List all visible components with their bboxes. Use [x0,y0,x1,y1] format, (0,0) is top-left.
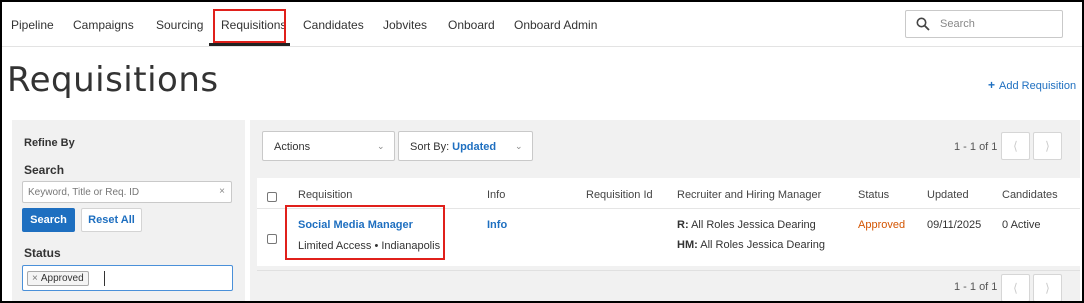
add-requisition-label: Add Requisition [999,80,1077,92]
pager-count-bottom: 1 - 1 of 1 [954,281,998,293]
refine-sidebar: Refine By Search × Search Reset All Stat… [12,120,245,301]
bottom-pager: 1 - 1 of 1 ⟨ ⟩ [257,270,1080,301]
sort-dropdown[interactable]: Sort By: Updated ⌄ [398,131,533,161]
nav-candidates[interactable]: Candidates [303,18,364,32]
candidates-count[interactable]: 0 Active [1002,219,1041,231]
keyword-input[interactable] [28,185,214,199]
pager-count: 1 - 1 of 1 [954,141,998,153]
nav-onboard-admin[interactable]: Onboard Admin [514,18,597,32]
chevron-left-icon: ⟨ [1013,139,1018,153]
requisitions-panel: Actions ⌄ Sort By: Updated ⌄ 1 - 1 of 1 ⟨… [250,120,1080,301]
updated-date: 09/11/2025 [927,219,982,231]
recruiter-name: All Roles Jessica Dearing [691,219,816,231]
active-tab-underline [209,43,290,46]
col-status[interactable]: Status [858,189,889,201]
requisitions-highlight-box [213,9,286,43]
actions-label: Actions [274,141,311,153]
add-requisition-link[interactable]: + Add Requisition [988,78,1076,92]
chevron-right-icon: ⟩ [1045,139,1050,153]
actions-dropdown[interactable]: Actions ⌄ [262,131,395,161]
nav-sourcing[interactable]: Sourcing [156,18,203,32]
app-frame: Pipeline Campaigns Sourcing Requisitions… [2,2,1082,301]
prev-page-button[interactable]: ⟨ [1001,132,1030,160]
chevron-down-icon: ⌄ [377,141,385,151]
reset-all-button[interactable]: Reset All [81,208,142,232]
chevron-down-icon: ⌄ [515,141,523,151]
requisition-highlight-box [285,205,445,260]
global-search[interactable] [905,10,1063,38]
clear-keyword-icon[interactable]: × [219,186,225,197]
nav-jobvites[interactable]: Jobvites [383,18,427,32]
status-badge: Approved [858,219,906,231]
next-page-button[interactable]: ⟩ [1033,132,1062,160]
chevron-right-icon: ⟩ [1045,281,1050,295]
col-candidates[interactable]: Candidates [1002,189,1058,201]
prev-page-button-bottom[interactable]: ⟨ [1001,274,1030,301]
select-all-checkbox[interactable] [267,192,277,202]
global-search-input[interactable] [940,15,1058,33]
keyword-field[interactable]: × [22,181,232,203]
col-recruiter-hm: Recruiter and Hiring Manager [677,189,822,201]
sort-label: Sort By: [410,141,450,153]
recruiter: R: All Roles Jessica Dearing [677,219,816,231]
chevron-left-icon: ⟨ [1013,281,1018,295]
recruiter-prefix: R: [677,219,689,231]
text-caret [104,271,105,286]
refine-by-heading: Refine By [24,137,75,149]
row-checkbox[interactable] [267,234,277,244]
plus-icon: + [988,78,996,92]
search-icon [916,17,930,31]
nav-onboard[interactable]: Onboard [448,18,495,32]
next-page-button-bottom[interactable]: ⟩ [1033,274,1062,301]
status-label: Status [24,246,61,260]
sort-value: Updated [452,141,497,153]
top-navigation: Pipeline Campaigns Sourcing Requisitions… [2,2,1082,47]
status-chip-approved: × Approved [27,271,89,286]
remove-chip-icon[interactable]: × [32,273,38,284]
nav-pipeline[interactable]: Pipeline [11,18,54,32]
status-chip-label: Approved [40,273,84,284]
hm-prefix: HM: [677,239,698,251]
search-label: Search [24,163,65,177]
page-title: Requisitions [7,60,219,100]
status-filter-input[interactable]: × Approved [22,265,233,291]
col-updated[interactable]: Updated [927,189,969,201]
search-button[interactable]: Search [22,208,75,232]
col-info: Info [487,189,506,201]
info-link[interactable]: Info [487,219,507,231]
nav-campaigns[interactable]: Campaigns [73,18,134,32]
col-requisition-id[interactable]: Requisition Id [586,189,653,201]
hiring-manager-name: All Roles Jessica Dearing [700,239,825,251]
col-requisition[interactable]: Requisition [298,189,352,201]
hiring-manager: HM: All Roles Jessica Dearing [677,239,825,251]
